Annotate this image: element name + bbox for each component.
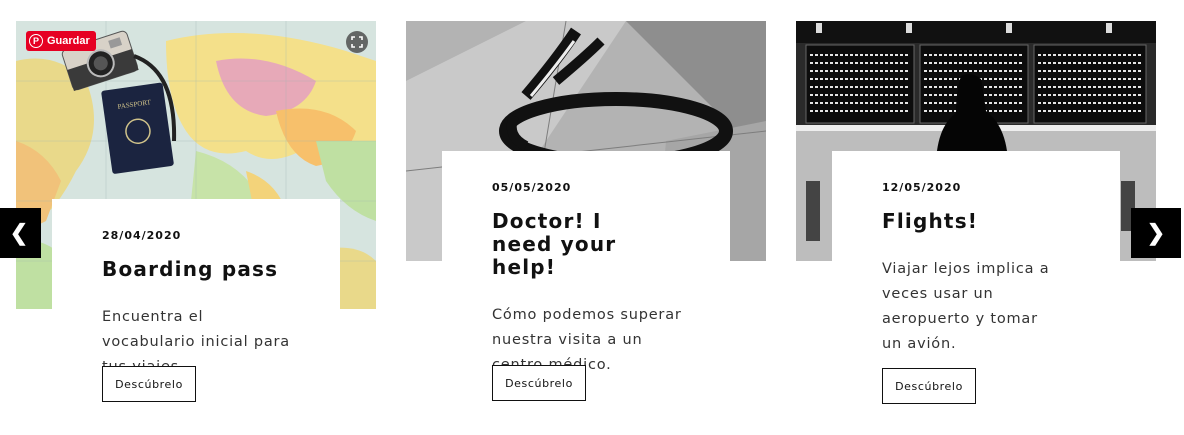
carousel-next-button[interactable]: ❯ — [1131, 208, 1181, 258]
card-content-panel: 12/05/2020 Flights! Viajar lejos implica… — [832, 151, 1120, 421]
card-content-panel: 05/05/2020 Doctor! I need your help! Cóm… — [442, 151, 730, 421]
post-card-3: 12/05/2020 Flights! Viajar lejos implica… — [796, 21, 1156, 421]
chevron-right-icon: ❯ — [1146, 220, 1166, 245]
pinterest-save-label: Guardar — [47, 35, 90, 47]
post-title[interactable]: Flights! — [882, 210, 1070, 233]
pinterest-logo-icon: P — [29, 34, 43, 48]
pinterest-save-button[interactable]: P Guardar — [26, 31, 96, 51]
post-card-1: PASSPORT P Guardar 28/04/2020 Boarding p… — [16, 21, 376, 421]
post-date: 05/05/2020 — [492, 181, 572, 194]
post-title[interactable]: Doctor! I need your help! — [492, 210, 662, 279]
discover-button[interactable]: Descúbrelo — [492, 365, 586, 401]
post-date: 12/05/2020 — [882, 181, 962, 194]
card-content-panel: 28/04/2020 Boarding pass Encuentra el vo… — [52, 199, 340, 421]
carousel-prev-button[interactable]: ❮ — [0, 208, 41, 258]
post-title[interactable]: Boarding pass — [102, 258, 290, 281]
post-card-2: 05/05/2020 Doctor! I need your help! Cóm… — [406, 21, 766, 421]
expand-icon[interactable] — [346, 31, 368, 53]
discover-button[interactable]: Descúbrelo — [882, 368, 976, 404]
discover-button[interactable]: Descúbrelo — [102, 366, 196, 402]
post-date: 28/04/2020 — [102, 229, 182, 242]
chevron-left-icon: ❮ — [9, 220, 29, 245]
post-description: Viajar lejos implica a veces usar un aer… — [882, 261, 1050, 352]
